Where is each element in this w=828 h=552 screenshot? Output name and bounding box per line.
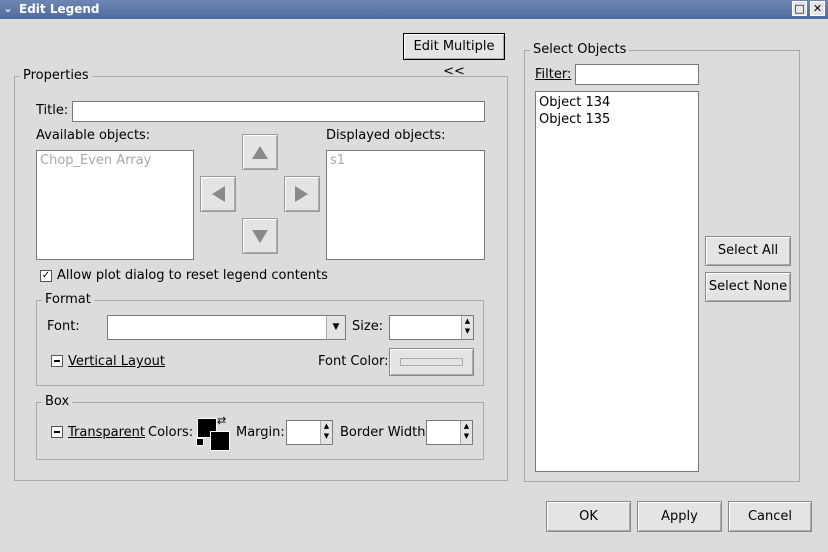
ok-button[interactable]: OK <box>546 501 631 532</box>
border-width-label: Border Width: <box>340 425 430 440</box>
filter-input[interactable] <box>575 64 699 85</box>
move-up-button[interactable] <box>242 134 278 170</box>
properties-group-label: Properties <box>20 68 92 83</box>
font-color-label: Font Color: <box>318 354 389 369</box>
filter-label: Filter: <box>535 67 572 82</box>
list-item[interactable]: Object 135 <box>539 111 695 128</box>
color-picker[interactable]: ⇄ <box>195 414 231 451</box>
vertical-layout-label: Vertical Layout <box>68 354 165 369</box>
font-color-swatch <box>400 358 463 366</box>
transparent-checkbox[interactable] <box>51 426 63 438</box>
move-left-button[interactable] <box>200 176 236 212</box>
select-none-button[interactable]: Select None <box>705 272 791 302</box>
list-item[interactable]: Chop_Even Array <box>37 151 193 170</box>
select-all-button[interactable]: Select All <box>705 236 791 266</box>
move-right-button[interactable] <box>284 176 320 212</box>
swap-colors-icon[interactable]: ⇄ <box>217 414 226 427</box>
format-group-label: Format <box>42 292 94 307</box>
font-select[interactable]: ▼ <box>107 315 346 340</box>
available-objects-label: Available objects: <box>36 128 151 143</box>
list-item[interactable]: Object 134 <box>539 94 695 111</box>
select-objects-group-label: Select Objects <box>530 42 630 57</box>
maximize-button[interactable]: □ <box>792 1 807 16</box>
margin-label: Margin: <box>236 425 285 440</box>
objects-list[interactable]: Object 134 Object 135 <box>535 91 699 472</box>
vertical-layout-checkbox[interactable] <box>51 355 63 367</box>
displayed-objects-label: Displayed objects: <box>326 128 446 143</box>
border-width-spinbox[interactable]: ▲ ▼ <box>426 420 473 445</box>
edit-multiple-button[interactable]: Edit Multiple << <box>403 33 505 79</box>
displayed-objects-list[interactable]: s1 <box>326 150 485 260</box>
arrow-left-icon <box>212 186 225 202</box>
arrow-up-icon <box>252 146 268 159</box>
size-spinbox[interactable]: ▲ ▼ <box>389 315 474 340</box>
font-color-button[interactable] <box>389 348 474 376</box>
spin-arrows-icon[interactable]: ▲ ▼ <box>461 316 473 339</box>
window-menu-icon[interactable]: ⌄ <box>3 1 13 15</box>
title-label: Title: <box>36 103 69 118</box>
box-group-label: Box <box>42 394 73 409</box>
transparent-label: Transparent <box>68 425 145 440</box>
colors-label: Colors: <box>148 425 194 440</box>
spin-arrows-icon[interactable]: ▲ ▼ <box>320 421 332 444</box>
margin-spinbox[interactable]: ▲ ▼ <box>286 420 333 445</box>
reset-colors-icon[interactable] <box>196 438 204 446</box>
size-label: Size: <box>352 319 384 334</box>
cancel-button[interactable]: Cancel <box>728 501 812 532</box>
arrow-down-icon <box>252 230 268 243</box>
font-label: Font: <box>47 319 80 334</box>
move-down-button[interactable] <box>242 218 278 254</box>
close-button[interactable]: ✕ <box>810 1 825 16</box>
allow-reset-checkbox[interactable]: ✓ <box>40 270 52 282</box>
arrow-right-icon <box>295 186 308 202</box>
apply-button[interactable]: Apply <box>637 501 722 532</box>
chevron-down-icon[interactable]: ▼ <box>326 316 345 339</box>
list-item[interactable]: s1 <box>327 151 484 170</box>
title-input[interactable] <box>72 101 485 122</box>
title-bar: ⌄ Edit Legend □ ✕ <box>0 0 828 19</box>
allow-reset-label: Allow plot dialog to reset legend conten… <box>57 268 328 283</box>
spin-arrows-icon[interactable]: ▲ ▼ <box>460 421 472 444</box>
window-title: Edit Legend <box>19 2 100 16</box>
available-objects-list[interactable]: Chop_Even Array <box>36 150 194 260</box>
background-color-swatch[interactable] <box>210 431 230 451</box>
